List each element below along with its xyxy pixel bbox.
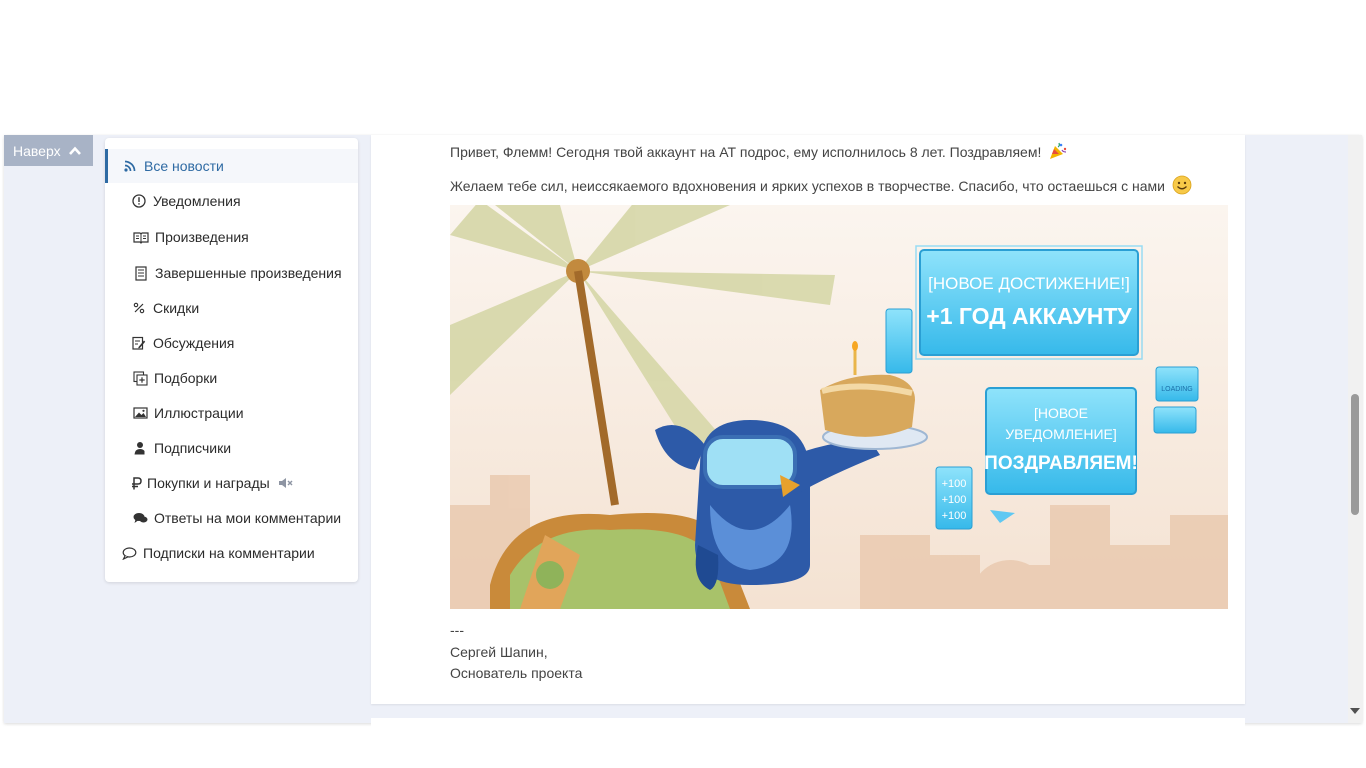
post-wishes-text: Желаем тебе сил, неиссякаемого вдохновен…	[450, 178, 1165, 194]
loading-label: LOADING	[1161, 386, 1193, 393]
edit-note-icon	[131, 335, 147, 351]
signature-role: Основатель проекта	[450, 665, 583, 681]
menu-item-collections[interactable]: Подборки	[105, 361, 358, 395]
achievement-subtitle-text: +1 ГОД АККАУНТУ	[926, 303, 1132, 329]
scroll-down-arrow-icon[interactable]	[1350, 708, 1360, 714]
menu-item-label: Покупки и награды	[147, 475, 270, 491]
signature-name: Сергей Шапин,	[450, 644, 548, 660]
scroll-to-top-button[interactable]: Наверх	[4, 135, 93, 166]
post-greeting-text: Привет, Флемм! Сегодня твой аккаунт на А…	[450, 144, 1042, 160]
rss-icon	[122, 158, 138, 174]
menu-item-label: Иллюстрации	[154, 405, 244, 421]
menu-item-label: Подписки на комментарии	[143, 545, 315, 561]
image-icon	[132, 405, 148, 421]
menu-item-subscribers[interactable]: Подписчики	[105, 431, 358, 465]
notification-title-line2: УВЕДОМЛЕНИЕ]	[1005, 426, 1117, 442]
document-icon	[133, 265, 149, 281]
smile-emoji-icon	[1172, 175, 1192, 198]
menu-item-completed-works[interactable]: Завершенные произведения	[105, 256, 358, 290]
post-greeting-line: Привет, Флемм! Сегодня твой аккаунт на А…	[450, 141, 1068, 164]
menu-item-label: Уведомления	[153, 193, 241, 209]
scroll-to-top-label: Наверх	[13, 142, 61, 159]
post-separator: ---	[450, 622, 464, 638]
collection-add-icon	[132, 370, 148, 386]
menu-item-label: Обсуждения	[153, 335, 235, 351]
notification-title-line1: [НОВОЕ	[1034, 405, 1088, 421]
news-menu: Все новости Уведомления Произведения Зав…	[105, 138, 358, 582]
post-wishes-line: Желаем тебе сил, неиссякаемого вдохновен…	[450, 175, 1192, 198]
notification-congrats-text: ПОЗДРАВЛЯЕМ!	[984, 453, 1138, 474]
menu-item-label: Завершенные произведения	[155, 265, 342, 281]
menu-item-label: Подборки	[154, 370, 218, 386]
party-popper-icon	[1048, 141, 1068, 164]
menu-item-label: Все новости	[144, 158, 224, 174]
muted-speaker-icon[interactable]	[278, 477, 294, 489]
next-post-card	[371, 718, 1245, 728]
menu-item-label: Подписчики	[154, 440, 232, 456]
menu-item-replies-to-my-comments[interactable]: Ответы на мои комментарии	[105, 501, 358, 535]
menu-item-label: Скидки	[153, 300, 200, 316]
ruble-icon	[130, 475, 142, 491]
percent-icon	[131, 300, 147, 316]
menu-item-works[interactable]: Произведения	[105, 220, 358, 254]
menu-item-label: Ответы на мои комментарии	[154, 510, 342, 526]
open-book-icon	[133, 229, 149, 245]
points-text: +100	[942, 478, 967, 490]
alert-circle-icon	[131, 193, 147, 209]
menu-item-all-news[interactable]: Все новости	[105, 149, 358, 183]
anniversary-illustration: [НОВОЕ ДОСТИЖЕНИЕ!] +1 ГОД АККАУНТУ [НОВ…	[450, 205, 1228, 609]
comment-icon	[121, 545, 137, 561]
points-text: +100	[942, 494, 967, 506]
user-icon	[132, 440, 148, 456]
chat-bubbles-icon	[132, 510, 148, 526]
menu-item-label: Произведения	[155, 229, 249, 245]
menu-item-notifications[interactable]: Уведомления	[105, 184, 358, 218]
menu-item-illustrations[interactable]: Иллюстрации	[105, 396, 358, 430]
menu-item-purchases-awards[interactable]: Покупки и награды	[105, 466, 358, 500]
menu-item-comment-subscriptions[interactable]: Подписки на комментарии	[105, 536, 358, 570]
illustration-artwork: [НОВОЕ ДОСТИЖЕНИЕ!] +1 ГОД АККАУНТУ [НОВ…	[450, 205, 1228, 609]
points-text: +100	[942, 510, 967, 522]
chevron-up-icon	[68, 146, 81, 155]
scrollbar-thumb[interactable]	[1351, 394, 1359, 515]
menu-item-discounts[interactable]: Скидки	[105, 291, 358, 325]
menu-item-discussions[interactable]: Обсуждения	[105, 326, 358, 360]
achievement-title-text: [НОВОЕ ДОСТИЖЕНИЕ!]	[928, 274, 1130, 293]
